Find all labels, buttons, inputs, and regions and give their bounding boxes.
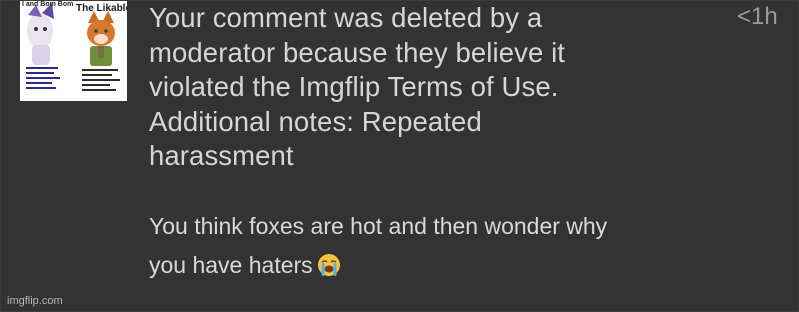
thumbnail-caption-right: The Likable, J bbox=[76, 3, 127, 14]
meme-thumbnail-art bbox=[20, 1, 127, 101]
comment-line-wrap: you have haters bbox=[149, 246, 749, 285]
comment-line: You think foxes are hot and then wonder … bbox=[149, 213, 608, 239]
timestamp: <1h bbox=[737, 3, 778, 30]
deletion-notice-line: moderator because they believe it bbox=[149, 36, 566, 68]
deletion-notice-line: Your comment was deleted by a bbox=[149, 2, 543, 33]
deletion-notice-line: Additional notes: Repeated bbox=[149, 105, 482, 137]
comment-line: you have haters bbox=[149, 252, 313, 278]
deletion-notice-line: violated the Imgflip Terms of Use. bbox=[149, 71, 559, 102]
thumbnail-caption-left: I and Bom Bom bbox=[22, 1, 74, 8]
deletion-notice: Your comment was deleted by a moderator … bbox=[149, 1, 709, 174]
notification-card: I and Bom Bom The Likable, J Your commen… bbox=[0, 0, 799, 312]
deletion-notice-line: harassment bbox=[149, 140, 294, 171]
loudly-crying-face-icon bbox=[317, 254, 340, 276]
imgflip-watermark: imgflip.com bbox=[7, 295, 63, 307]
meme-thumbnail[interactable]: I and Bom Bom The Likable, J bbox=[20, 1, 127, 101]
deleted-comment-text: You think foxes are hot and then wonder … bbox=[149, 207, 749, 285]
